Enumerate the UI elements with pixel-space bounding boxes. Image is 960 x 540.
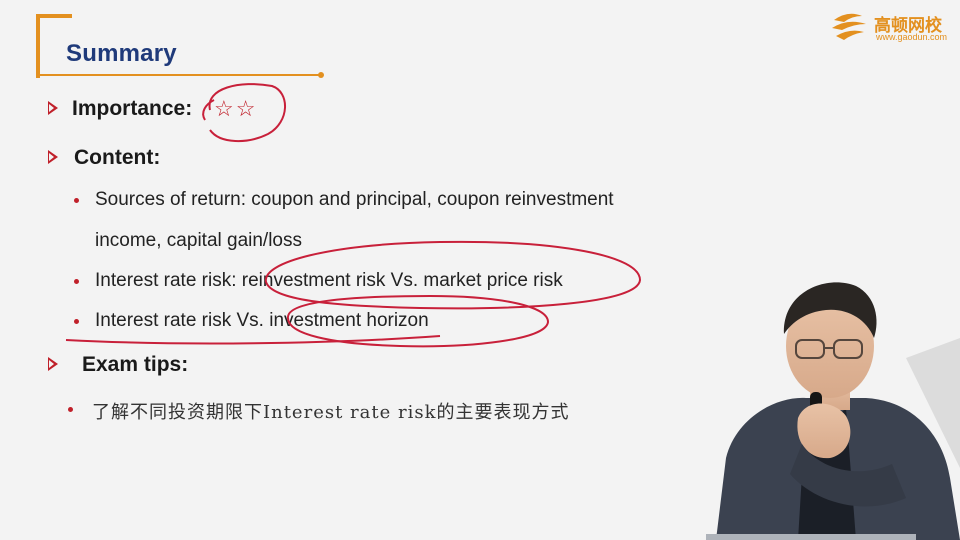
- content-item-2: Interest rate risk: reinvestment risk Vs…: [95, 270, 563, 291]
- exam-tips-label: Exam tips:: [82, 353, 189, 376]
- arrow-right-icon: [48, 150, 58, 164]
- importance-stars: ☆☆: [214, 96, 258, 121]
- dot-icon: [74, 279, 79, 284]
- lecture-slide: Summary 高顿网校 www.gaodun.com Importance: …: [0, 0, 960, 540]
- title-underline: [40, 72, 324, 78]
- gaodun-logo-icon: [832, 13, 866, 40]
- dot-icon: [74, 198, 79, 203]
- content-item-1: Sources of return: coupon and principal,…: [95, 189, 614, 210]
- slide-title: Summary: [66, 40, 177, 67]
- dot-icon: [68, 407, 73, 412]
- content-item-1-cont: income, capital gain/loss: [95, 230, 302, 251]
- importance-label: Importance:: [72, 97, 193, 120]
- logo-url: www.gaodun.com: [876, 32, 948, 42]
- content-label: Content:: [74, 146, 161, 169]
- exam-tip-1: 了解不同投资期限下Interest rate risk的主要表现方式: [92, 402, 570, 423]
- arrow-right-icon: [48, 357, 58, 371]
- presenter-video: [706, 268, 960, 540]
- arrow-right-icon: [48, 101, 58, 115]
- content-item-3: Interest rate risk Vs. investment horizo…: [95, 310, 429, 331]
- annotation-underline: [65, 335, 441, 345]
- brand-logo: 高顿网校 www.gaodun.com: [830, 8, 960, 46]
- presenter-image: [706, 282, 960, 540]
- dot-icon: [74, 319, 79, 324]
